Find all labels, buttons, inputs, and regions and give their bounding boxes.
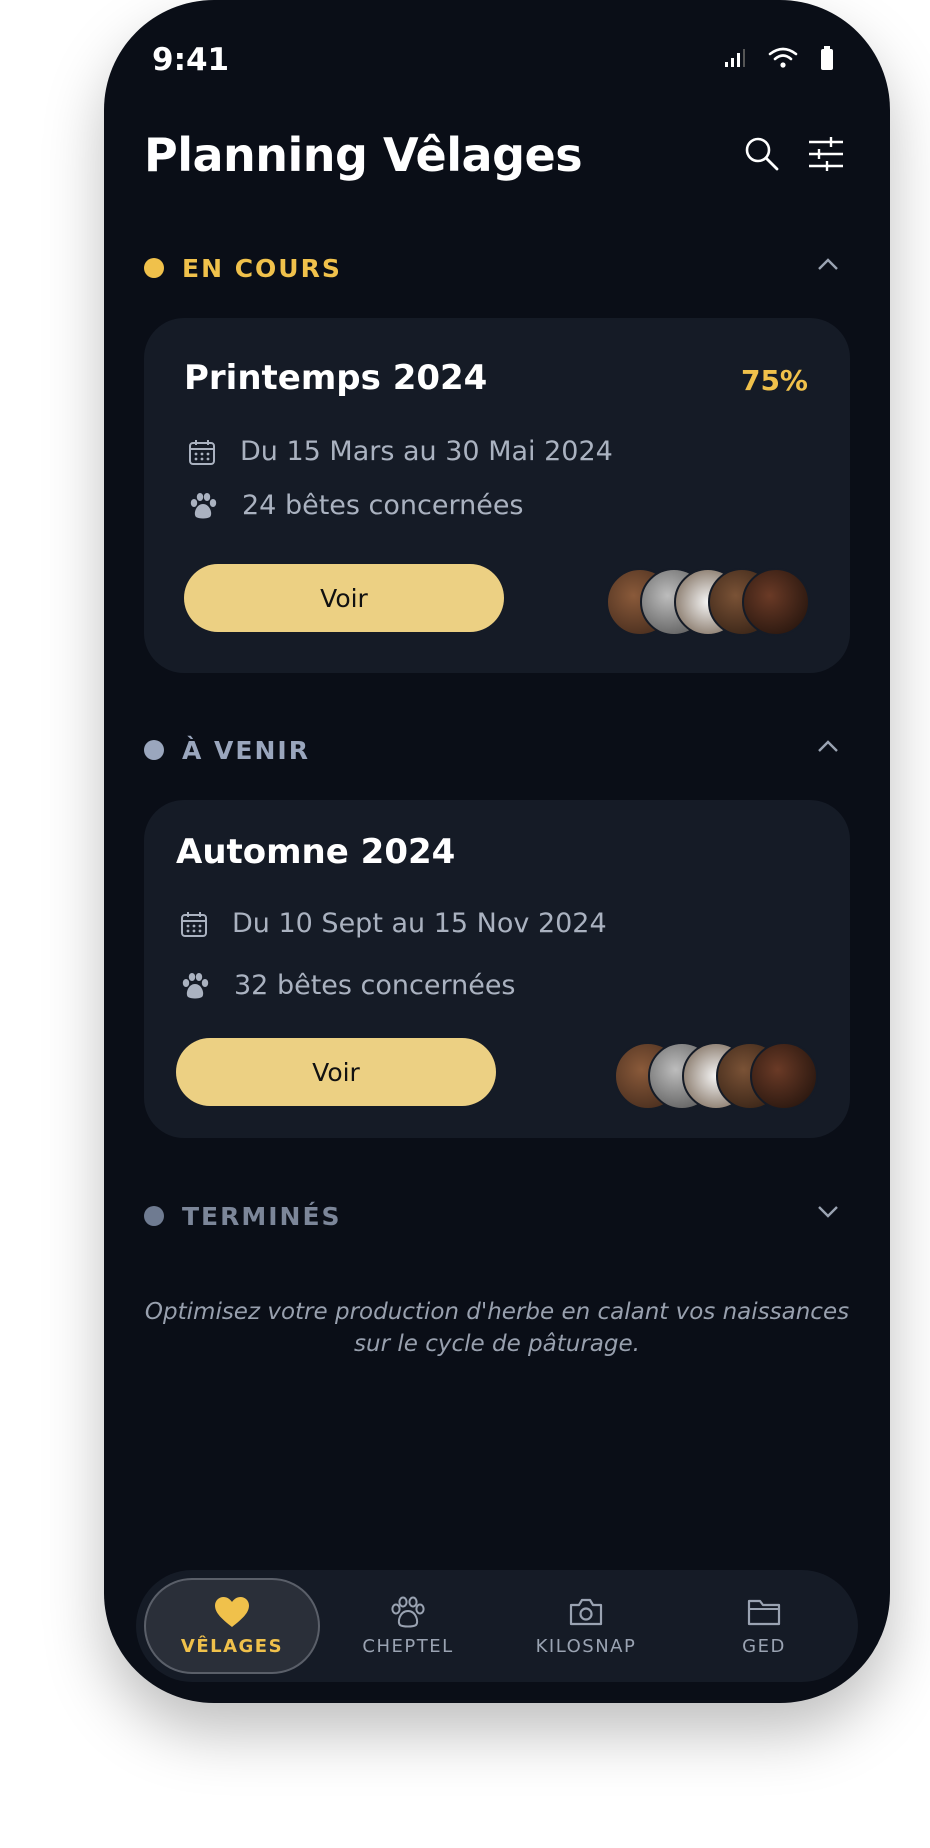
folder-icon — [747, 1599, 781, 1625]
tab-ged[interactable]: GED — [676, 1578, 852, 1674]
animal-avatars[interactable] — [614, 1042, 818, 1110]
status-dot — [144, 258, 164, 278]
chevron-up-icon — [818, 740, 838, 752]
status-dot — [144, 740, 164, 760]
status-bar: 9:41 — [104, 0, 890, 120]
tab-label: GED — [742, 1635, 786, 1657]
status-icons — [724, 46, 834, 70]
signal-icon — [725, 49, 745, 67]
wifi-icon — [768, 47, 798, 68]
search-button[interactable] — [738, 130, 786, 178]
page-title: Planning Vêlages — [144, 128, 583, 182]
voir-button[interactable]: Voir — [176, 1038, 496, 1106]
section-header-termines[interactable]: TERMINÉS — [144, 1196, 850, 1236]
animals-count-row: 24 bêtes concernées — [188, 490, 524, 521]
tab-kilosnap[interactable]: KILOSNAP — [498, 1578, 674, 1674]
season-card-automne: Automne 2024 Du 10 Sept au 15 Nov 2024 3… — [144, 800, 850, 1138]
camera-icon — [569, 1598, 603, 1625]
search-icon — [745, 137, 779, 171]
paw-icon — [190, 492, 217, 518]
card-title: Printemps 2024 — [184, 358, 488, 398]
animals-count-row: 32 bêtes concernées — [180, 970, 516, 1001]
paw-icon — [391, 1596, 425, 1627]
bottom-tab-bar: VÊLAGES CHEPTEL KILOSNAP GED — [136, 1570, 858, 1682]
date-range-row: Du 10 Sept au 15 Nov 2024 — [180, 908, 607, 939]
status-time: 9:41 — [152, 42, 230, 78]
animals-count-text: 24 bêtes concernées — [242, 490, 524, 521]
chevron-up-icon — [818, 258, 838, 270]
tab-label: VÊLAGES — [180, 1635, 284, 1657]
date-range-text: Du 10 Sept au 15 Nov 2024 — [232, 908, 607, 939]
tab-velages[interactable]: VÊLAGES — [144, 1578, 320, 1674]
phone-screen: 9:41 Planning Vêlages EN COURS Printemps… — [104, 0, 890, 1703]
section-label: À VENIR — [182, 735, 310, 765]
animal-avatar — [750, 1042, 818, 1110]
calendar-icon — [189, 439, 215, 465]
section-label: TERMINÉS — [182, 1201, 342, 1231]
paw-icon — [182, 972, 209, 998]
animals-count-text: 32 bêtes concernées — [234, 970, 516, 1001]
section-header-a-venir[interactable]: À VENIR — [144, 730, 850, 770]
header: Planning Vêlages — [144, 120, 850, 200]
tab-cheptel[interactable]: CHEPTEL — [320, 1578, 496, 1674]
animal-avatar — [742, 568, 810, 636]
filter-button[interactable] — [802, 130, 850, 178]
section-label: EN COURS — [182, 253, 342, 283]
section-header-en-cours[interactable]: EN COURS — [144, 248, 850, 288]
card-title: Automne 2024 — [176, 832, 456, 872]
status-dot — [144, 1206, 164, 1226]
heart-icon — [215, 1596, 249, 1627]
voir-button[interactable]: Voir — [184, 564, 504, 632]
info-footnote: Optimisez votre production d'herbe en ca… — [144, 1299, 850, 1357]
date-range-row: Du 15 Mars au 30 Mai 2024 — [188, 436, 613, 467]
calendar-icon — [181, 911, 207, 937]
battery-icon — [821, 46, 833, 70]
tab-label: KILOSNAP — [535, 1635, 637, 1657]
tab-label: CHEPTEL — [362, 1635, 454, 1657]
sliders-icon — [809, 137, 843, 171]
progress-percent: 75% — [740, 364, 808, 397]
date-range-text: Du 15 Mars au 30 Mai 2024 — [240, 436, 613, 467]
chevron-down-icon — [818, 1206, 838, 1218]
season-card-printemps: Printemps 2024 75% Du 15 Mars au 30 Mai … — [144, 318, 850, 673]
animal-avatars[interactable] — [606, 568, 810, 636]
